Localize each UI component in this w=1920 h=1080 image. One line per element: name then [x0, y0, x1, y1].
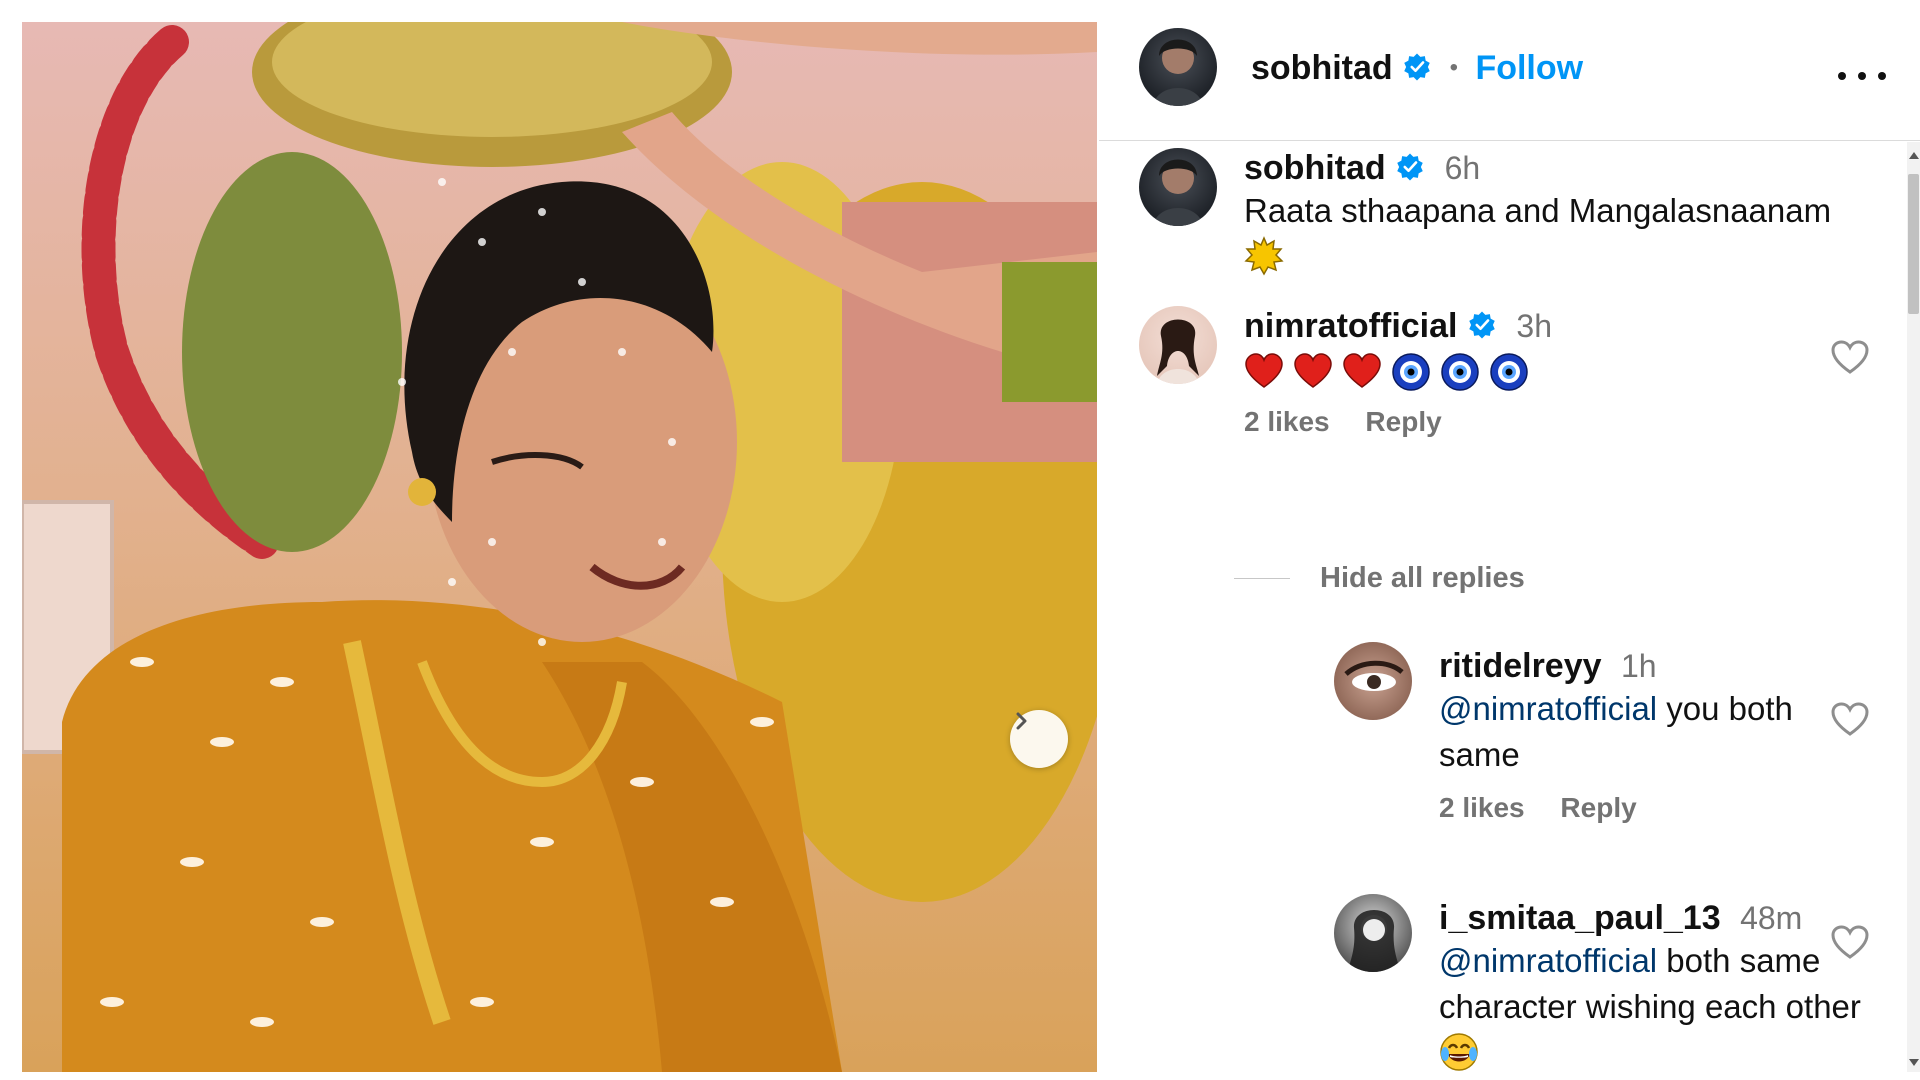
- reply: i_smitaa_paul_13 48m @nimratofficial bot…: [1439, 898, 1879, 1072]
- caption-avatar[interactable]: [1139, 148, 1217, 226]
- reply-mention[interactable]: @nimratofficial: [1439, 690, 1657, 727]
- author-avatar[interactable]: [1139, 28, 1217, 106]
- like-heart-icon[interactable]: [1830, 924, 1870, 960]
- reply-text: @nimratofficial you both same: [1439, 686, 1839, 778]
- hide-replies-button[interactable]: Hide all replies: [1234, 562, 1525, 595]
- red-heart-emoji-icon: [1343, 353, 1381, 388]
- caption-username[interactable]: sobhitad: [1244, 149, 1386, 187]
- reply: ritidelreyy 1h @nimratofficial you both …: [1439, 646, 1839, 824]
- like-heart-icon[interactable]: [1830, 339, 1870, 375]
- nazar-amulet-emoji-icon: [1392, 353, 1430, 391]
- comment-likes[interactable]: 2 likes: [1244, 406, 1330, 437]
- header-separator: •: [1449, 54, 1458, 81]
- sun-emoji-icon: [1244, 236, 1284, 276]
- next-image-button[interactable]: [1010, 710, 1068, 768]
- caption-time[interactable]: 6h: [1445, 150, 1481, 186]
- caption-text: Raata sthaapana and Mangalasnaanam: [1244, 192, 1832, 229]
- reply-actions: 2 likes Reply: [1439, 792, 1839, 824]
- avatar-image: [1157, 319, 1199, 384]
- comment-reply-button[interactable]: Reply: [1365, 406, 1441, 437]
- comment: nimratofficial 3h 2 likes Reply: [1244, 306, 1864, 438]
- avatar-image: [1348, 910, 1400, 972]
- caption-emoji: [1244, 236, 1864, 281]
- more-dot: [1878, 72, 1886, 80]
- scroll-up-arrow-icon[interactable]: [1909, 152, 1919, 159]
- header-line: sobhitad • Follow: [1251, 48, 1583, 88]
- photo-illustration: [22, 22, 1097, 1072]
- more-horizontal-icon: [1838, 72, 1846, 80]
- verified-badge-icon: [1469, 311, 1495, 339]
- reply-likes[interactable]: 2 likes: [1439, 792, 1525, 823]
- comments-list[interactable]: sobhitad 6h Raata sthaapana and Mangalas…: [1099, 142, 1879, 1072]
- caption: sobhitad 6h Raata sthaapana and Mangalas…: [1244, 148, 1864, 281]
- nazar-amulet-emoji-icon: [1441, 353, 1479, 391]
- nazar-amulet-emoji-icon: [1490, 353, 1528, 391]
- more-options-button[interactable]: [1838, 66, 1886, 86]
- comment-emojis: [1244, 352, 1864, 392]
- scroll-thumb[interactable]: [1908, 174, 1919, 314]
- comment-username[interactable]: nimratofficial: [1244, 307, 1457, 345]
- comments-scrollbar[interactable]: [1907, 142, 1920, 1072]
- follow-button[interactable]: Follow: [1475, 49, 1583, 87]
- reply-text: @nimratofficial both same character wish…: [1439, 938, 1879, 1030]
- caption-header: sobhitad 6h: [1244, 148, 1864, 188]
- reply-reply-button[interactable]: Reply: [1560, 792, 1636, 823]
- comment-header: nimratofficial 3h: [1244, 306, 1864, 346]
- reply-time[interactable]: 1h: [1621, 648, 1657, 684]
- reply-avatar[interactable]: [1334, 642, 1412, 720]
- scroll-down-arrow-icon[interactable]: [1909, 1059, 1919, 1066]
- reply-emoji: [1439, 1032, 1879, 1072]
- reply-username[interactable]: ritidelreyy: [1439, 647, 1602, 685]
- reply-time[interactable]: 48m: [1740, 900, 1802, 936]
- like-heart-icon[interactable]: [1830, 701, 1870, 737]
- reply-mention[interactable]: @nimratofficial: [1439, 942, 1657, 979]
- verified-badge-icon: [1404, 53, 1430, 81]
- reply-username[interactable]: i_smitaa_paul_13: [1439, 899, 1721, 937]
- more-dot: [1858, 72, 1866, 80]
- reply-header: ritidelreyy 1h: [1439, 646, 1839, 686]
- commenter-avatar[interactable]: [1139, 306, 1217, 384]
- red-heart-emoji-icon: [1245, 353, 1283, 388]
- tears-of-joy-emoji-icon: [1440, 1033, 1478, 1071]
- post-side-panel: sobhitad • Follow sobhitad 6h Raata stha…: [1099, 22, 1920, 1072]
- hide-replies-label: Hide all replies: [1320, 562, 1525, 594]
- red-heart-emoji-icon: [1294, 353, 1332, 388]
- avatar-image: [1344, 660, 1404, 691]
- chevron-right-icon: [1016, 712, 1027, 730]
- avatar-image: [1153, 159, 1203, 226]
- reply-avatar[interactable]: [1334, 894, 1412, 972]
- avatar-image: [1153, 39, 1203, 106]
- post-header: sobhitad • Follow: [1099, 22, 1920, 141]
- post-photo[interactable]: [22, 22, 1097, 1072]
- reply-header: i_smitaa_paul_13 48m: [1439, 898, 1879, 938]
- author-username[interactable]: sobhitad: [1251, 49, 1393, 87]
- comment-time[interactable]: 3h: [1516, 308, 1552, 344]
- post-container: sobhitad • Follow sobhitad 6h Raata stha…: [22, 22, 1920, 1072]
- comment-actions: 2 likes Reply: [1244, 406, 1864, 438]
- replies-divider: [1234, 578, 1290, 579]
- verified-badge-icon: [1397, 153, 1423, 181]
